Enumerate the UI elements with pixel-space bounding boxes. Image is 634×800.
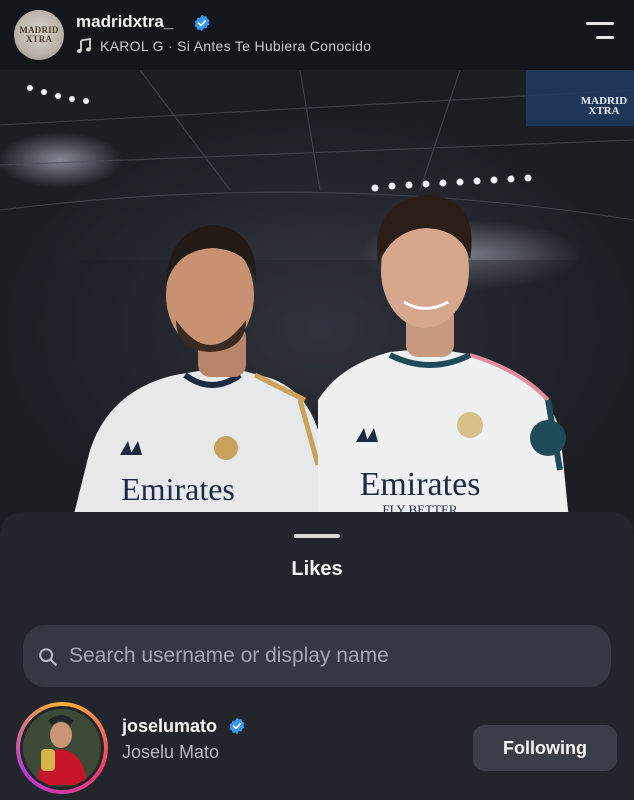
sheet-drag-handle[interactable] (294, 534, 340, 538)
list-item[interactable]: joselumato Joselu Mato Following (0, 702, 634, 798)
music-note-icon (76, 38, 91, 53)
user-display-name: Joselu Mato (122, 742, 220, 762)
menu-icon[interactable] (586, 20, 618, 42)
user-avatar-story-ring[interactable] (16, 702, 108, 794)
players-illustration: Emirates Emirates FLY BETTER (70, 195, 570, 530)
user-username[interactable]: joselumato (122, 716, 217, 737)
verified-badge-icon (194, 14, 210, 32)
sheet-title: Likes (291, 558, 343, 580)
account-avatar[interactable]: MADRID XTRA (14, 10, 64, 60)
likes-sheet: Likes joselumato (0, 512, 634, 800)
search-icon (39, 648, 57, 666)
following-button[interactable]: Following (473, 725, 617, 771)
account-username[interactable]: madridxtra_ (76, 12, 173, 32)
jersey-sponsor-right: Emirates (360, 466, 481, 503)
user-avatar (23, 709, 101, 787)
avatar-logo-text: MADRID XTRA (19, 25, 59, 44)
jersey-sponsor-left: Emirates (121, 471, 235, 507)
user-avatar-photo (23, 709, 99, 785)
post-header: MADRID XTRA madridxtra_ KAROL G · Si Ant… (0, 0, 634, 70)
verified-badge-icon (229, 717, 245, 735)
music-track-label: KAROL G · Si Antes Te Hubiera Conocido (100, 38, 372, 54)
post-image[interactable]: MADRID XTRA Emirates Emirates FLY BETTER (0, 70, 634, 530)
music-row[interactable]: KAROL G · Si Antes Te Hubiera Conocido (76, 37, 371, 55)
search-input[interactable] (69, 641, 589, 671)
search-bar[interactable] (23, 625, 611, 687)
